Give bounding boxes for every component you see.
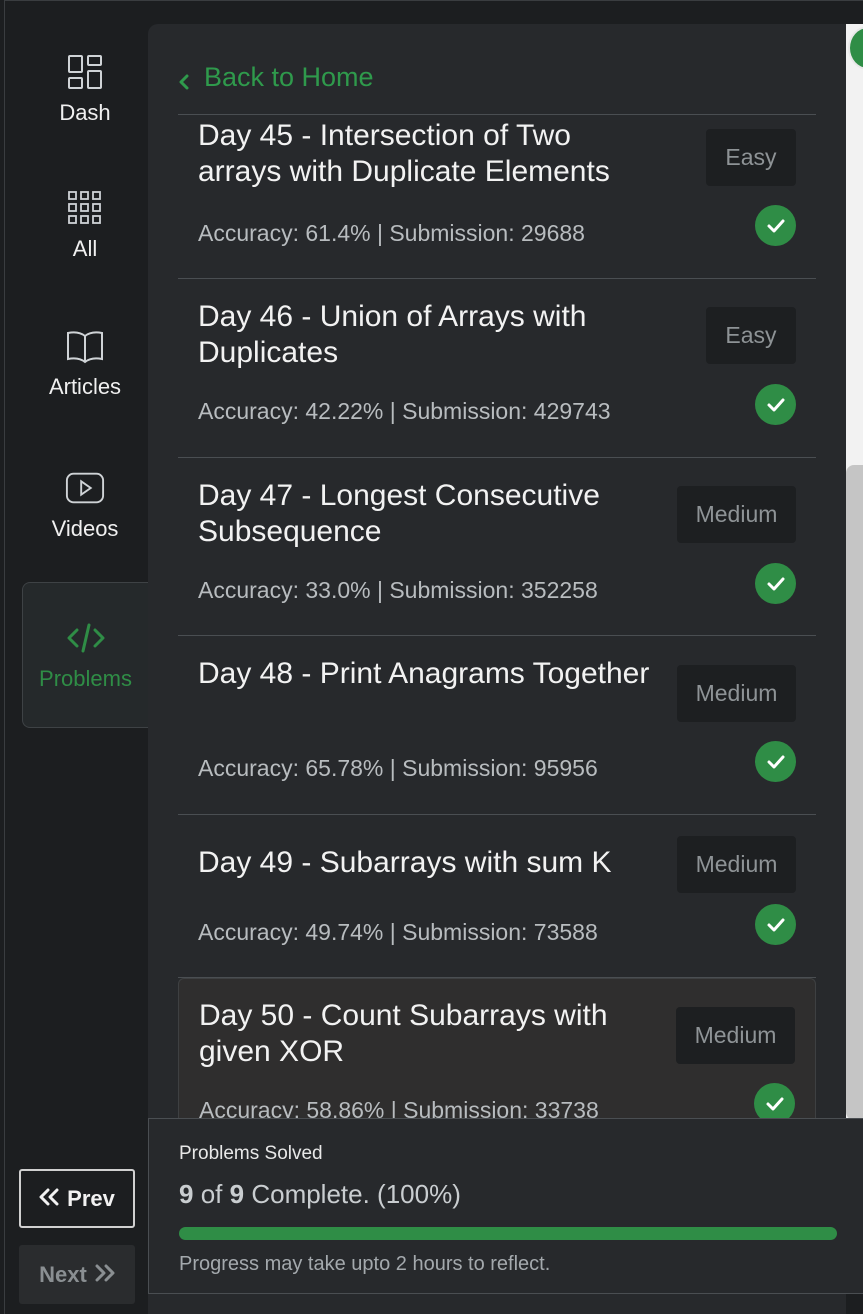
prev-button[interactable]: Prev — [19, 1169, 135, 1228]
problem-stats: Accuracy: 33.0% | Submission: 352258 — [198, 577, 598, 603]
problem-title[interactable]: Day 50 - Count Subarrays with given XOR — [199, 998, 659, 1070]
scrollbar-thumb[interactable] — [846, 465, 863, 1120]
chevron-left-icon — [178, 66, 190, 97]
sidebar-item-label: Articles — [48, 374, 122, 399]
problem-title[interactable]: Day 47 - Longest Consecutive Subsequence — [198, 478, 658, 550]
back-to-home-link[interactable]: Back to Home — [178, 58, 374, 97]
progress-panel: Problems Solved 9 of 9 Complete. (100%) … — [148, 1118, 863, 1294]
progress-bar — [179, 1227, 837, 1240]
difficulty-badge: Medium — [677, 486, 796, 543]
problem-card[interactable]: Day 49 - Subarrays with sum K Accuracy: … — [178, 815, 816, 978]
sidebar-item-label: Videos — [51, 516, 119, 541]
video-icon — [65, 468, 105, 508]
solved-check-icon — [755, 205, 796, 246]
double-chevron-left-icon — [39, 1186, 59, 1212]
double-chevron-right-icon — [95, 1262, 115, 1288]
problem-stats: Accuracy: 65.78% | Submission: 95956 — [198, 755, 598, 781]
sidebar-item-label: Dash — [59, 100, 111, 125]
next-button[interactable]: Next — [19, 1245, 135, 1304]
problem-title[interactable]: Day 46 - Union of Arrays with Duplicates — [198, 299, 658, 371]
grid-icon — [65, 188, 105, 228]
solved-check-icon — [755, 741, 796, 782]
problem-title[interactable]: Day 45 - Intersection of Two arrays with… — [198, 118, 658, 190]
problem-title[interactable]: Day 48 - Print Anagrams Together — [198, 656, 658, 692]
sidebar-item-videos[interactable]: Videos — [22, 468, 148, 542]
sidebar-item-label: Problems — [39, 666, 132, 691]
problem-stats: Accuracy: 61.4% | Submission: 29688 — [198, 220, 585, 246]
problem-card[interactable]: Day 47 - Longest Consecutive Subsequence… — [178, 458, 816, 636]
progress-note: Progress may take upto 2 hours to reflec… — [179, 1253, 551, 1275]
sidebar-item-label: All — [72, 236, 98, 261]
solved-check-icon — [755, 904, 796, 945]
difficulty-badge: Medium — [677, 665, 796, 722]
problem-title[interactable]: Day 49 - Subarrays with sum K — [198, 845, 678, 881]
problem-stats: Accuracy: 49.74% | Submission: 73588 — [198, 919, 598, 945]
difficulty-badge: Medium — [677, 836, 796, 893]
book-icon — [65, 326, 105, 366]
problem-stats: Accuracy: 42.22% | Submission: 429743 — [198, 398, 611, 424]
difficulty-badge: Easy — [706, 129, 796, 186]
solved-check-icon — [755, 563, 796, 604]
problem-card[interactable]: Day 48 - Print Anagrams Together Accurac… — [178, 636, 816, 815]
dashboard-icon — [65, 52, 105, 92]
code-icon — [66, 618, 106, 658]
progress-count: 9 of 9 Complete. (100%) — [179, 1179, 461, 1209]
difficulty-badge: Medium — [676, 1007, 795, 1064]
sidebar-nav: Dash All Articles Videos Problems Prev N… — [0, 0, 148, 1314]
sidebar-item-problems[interactable]: Problems — [22, 582, 148, 728]
sidebar-item-articles[interactable]: Articles — [22, 326, 148, 400]
problem-card[interactable]: Day 45 - Intersection of Two arrays with… — [178, 104, 816, 279]
sidebar-item-all[interactable]: All — [22, 188, 148, 262]
difficulty-badge: Easy — [706, 307, 796, 364]
progress-title: Problems Solved — [179, 1143, 323, 1164]
problem-card[interactable]: Day 46 - Union of Arrays with Duplicates… — [178, 279, 816, 458]
solved-check-icon — [755, 384, 796, 425]
sidebar-item-dash[interactable]: Dash — [22, 52, 148, 126]
